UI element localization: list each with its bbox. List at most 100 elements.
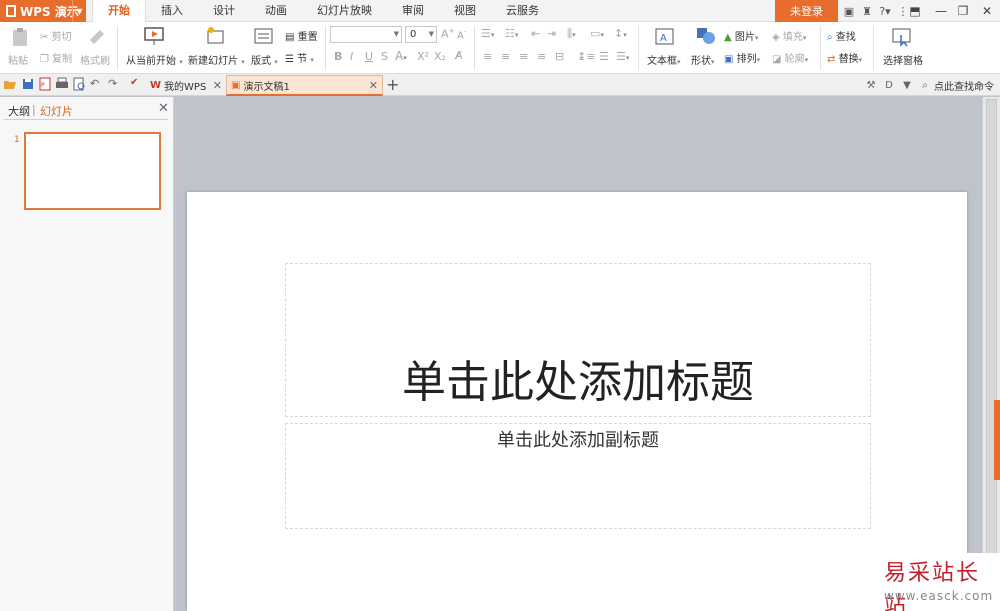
format-painter-button[interactable]: 格式刷 [80,52,110,67]
tab-insert[interactable]: 插入 [146,0,198,22]
replace-button[interactable]: ⇄ 替换▾ [827,50,862,65]
export-pdf-icon[interactable]: P [38,77,52,91]
paste-button[interactable]: 粘贴 [8,52,28,67]
italic-icon[interactable]: I [350,50,353,63]
tab-document-label: 演示文稿1 [243,81,290,93]
font-size-select[interactable]: 0 ▼ [405,26,437,43]
indent-icon[interactable]: ⇥ [547,27,556,40]
close-icon[interactable]: ✕ [974,0,1000,22]
tab-slideshow[interactable]: 幻灯片放映 [302,0,387,22]
subtitle-placeholder[interactable]: 单击此处添加副标题 [285,423,871,529]
convert-icon[interactable]: ↕▾ [614,27,627,40]
tab-cloud[interactable]: 云服务 [491,0,554,22]
clear-format-icon[interactable]: A̸ [455,49,463,62]
outdent-icon[interactable]: ⇤ [531,27,540,40]
grow-font-icon[interactable]: A+ [441,27,454,41]
add-tab-icon[interactable]: + [386,74,399,96]
reset-button[interactable]: ▤ 重置 [285,28,318,43]
arrange-button[interactable]: ▣ 排列▾ [724,50,760,65]
scrollbar-thumb[interactable] [986,99,997,599]
font-name-select[interactable]: ▼ [330,26,402,43]
save-icon[interactable] [21,77,35,91]
underline-icon[interactable]: U [365,50,373,63]
align-left-icon[interactable]: ≡ [483,50,492,63]
justify-icon[interactable]: ≡ [537,50,546,63]
customize-icon[interactable]: ✔ [130,77,138,88]
search-command-input[interactable]: 点此查找命令 [934,78,994,93]
text-box-button[interactable]: 文本框▾ [647,52,681,67]
shrink-font-icon[interactable]: A- [457,28,466,41]
columns-icon[interactable]: ☰ [599,50,609,63]
tab-view[interactable]: 视图 [439,0,491,22]
subtitle-placeholder-text: 单击此处添加副标题 [497,430,659,451]
open-icon[interactable] [3,77,17,91]
bold-icon[interactable]: B [334,50,342,63]
slide-thumbnail[interactable] [24,132,161,210]
tab-my-wps-label: 我的WPS [164,82,207,93]
tab-design[interactable]: 设计 [198,0,250,22]
text-direction-icon[interactable]: ⫼▾ [567,27,576,41]
comment-icon[interactable]: ▼ [898,80,916,91]
pin-icon[interactable]: ⚒ [862,80,880,91]
wps-logo-icon: W [150,80,162,91]
from-current-button[interactable]: 从当前开始 ▾ [126,52,183,67]
login-button[interactable]: 未登录 [775,0,838,22]
title-placeholder[interactable]: 单击此处添加标题 [285,263,871,417]
picture-button[interactable]: ▲ 图片▾ [724,28,758,43]
search-icon: ⌕ [922,79,928,91]
doc-icon[interactable]: D [880,80,898,91]
ribbon: 粘贴 ✂ 剪切 ❐ 复制 格式刷 从当前开始 ▾ 新建幻灯片 ▾ 版式 ▾ ▤ … [0,22,1000,74]
maximize-icon[interactable]: ❐ [950,0,976,22]
picture-icon: ▲ [724,32,732,43]
section-button[interactable]: ☰ 节 ▾ [285,50,314,65]
align-right-icon[interactable]: ≡ [519,50,528,63]
skin-icon[interactable]: ▣ [840,5,858,18]
chevron-down-icon: ▼ [393,30,399,38]
outline-button[interactable]: ◪ 轮廓▾ [772,50,808,65]
tab-animation[interactable]: 动画 [250,0,302,22]
restore-ribbon-icon[interactable]: ⬒ [902,0,928,22]
print-preview-icon[interactable] [72,77,86,91]
new-slide-button[interactable]: 新建幻灯片 ▾ [188,52,245,67]
app-menu-button[interactable]: WPS 演示 ▼ [0,0,86,22]
line-spacing-icon[interactable]: ↨≡ [577,50,595,63]
close-icon[interactable]: ✕ [213,79,222,92]
tab-my-wps[interactable]: W 我的WPS ✕ [146,75,226,96]
copy-button[interactable]: ❐ 复制 [40,50,72,65]
fill-button[interactable]: ◈ 填充▾ [772,28,806,43]
section-icon: ☰ [285,54,294,65]
tab-review[interactable]: 审阅 [387,0,439,22]
fill-icon: ◈ [772,32,780,43]
shapes-label: 形状 [691,56,711,67]
font-color-icon[interactable]: A▾ [395,49,407,63]
cut-label: 剪切 [51,32,72,43]
undo-icon[interactable]: ↶ [90,77,99,90]
help-icon[interactable]: ?▾ [876,5,894,18]
print-icon[interactable] [55,77,69,91]
cut-button[interactable]: ✂ 剪切 [40,28,72,43]
tab-outline[interactable]: 大纲 [8,103,30,119]
distribute-icon[interactable]: ⊟ [555,50,564,63]
shirt-icon[interactable]: ♜ [858,5,876,18]
paragraph-icon[interactable]: ☰▾ [616,50,629,63]
close-icon[interactable]: ✕ [369,79,378,92]
shadow-icon[interactable]: S [381,50,388,63]
align-center-icon[interactable]: ≡ [501,50,510,63]
vertical-scrollbar[interactable] [982,97,1000,611]
side-panel-toggle[interactable] [994,400,1000,480]
close-icon[interactable]: ✕ [158,101,169,116]
selection-pane-button[interactable]: 选择窗格 [883,52,923,67]
tab-document[interactable]: ▣ 演示文稿1 ✕ [226,75,383,96]
tab-home[interactable]: 开始 [92,0,146,23]
find-button[interactable]: ⌕ 查找 [827,28,856,43]
layout-button[interactable]: 版式 ▾ [251,52,278,67]
align-text-icon[interactable]: ▭▾ [590,27,604,40]
shapes-button[interactable]: 形状▾ [691,52,715,67]
redo-icon[interactable]: ↷ [108,77,117,90]
tab-slides[interactable]: 幻灯片 [40,103,73,119]
bullets-icon[interactable]: ☰▾ [481,27,494,40]
superscript-icon[interactable]: X² [417,50,429,63]
chevron-down-icon[interactable]: ▼ [72,0,86,22]
subscript-icon[interactable]: X₂ [434,50,446,63]
numbering-icon[interactable]: ☷▾ [505,27,518,40]
